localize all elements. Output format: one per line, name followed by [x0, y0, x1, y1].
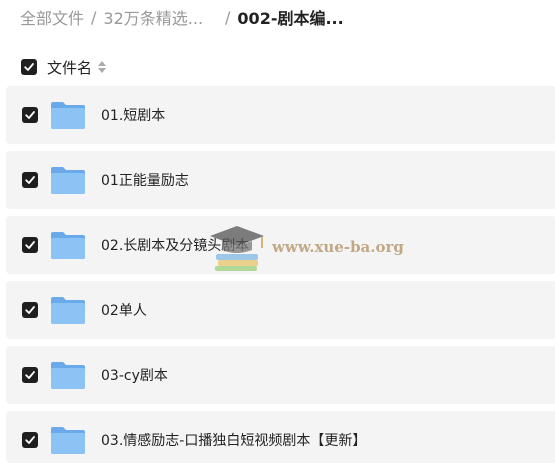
checkmark-icon [25, 111, 35, 119]
folder-icon [51, 232, 85, 259]
file-row[interactable]: 03.情感励志-口播独白短视频剧本【更新】 [6, 411, 555, 463]
select-all-checkbox[interactable] [21, 59, 37, 75]
row-checkbox[interactable] [22, 172, 38, 188]
breadcrumb: 全部文件 / 32万条精选... / 002-剧本编... [20, 5, 344, 29]
file-row[interactable]: 02.长剧本及分镜头剧本 [6, 216, 555, 274]
folder-icon [51, 427, 85, 454]
row-checkbox[interactable] [22, 107, 38, 123]
folder-icon [51, 167, 85, 194]
breadcrumb-item-parent[interactable]: 32万条精选... [103, 5, 203, 29]
file-row[interactable]: 01.短剧本 [6, 86, 555, 144]
file-list-header: 文件名 [21, 56, 107, 78]
folder-icon [51, 362, 85, 389]
breadcrumb-separator: / [225, 7, 231, 27]
file-name[interactable]: 03-cy剧本 [101, 365, 168, 385]
checkmark-icon [25, 241, 35, 249]
checkmark-icon [24, 63, 34, 71]
sort-icon[interactable] [98, 61, 107, 73]
folder-icon [51, 297, 85, 324]
checkmark-icon [25, 436, 35, 444]
checkmark-icon [25, 306, 35, 314]
column-header-filename[interactable]: 文件名 [47, 57, 92, 78]
file-name[interactable]: 02.长剧本及分镜头剧本 [101, 235, 249, 255]
folder-icon [51, 102, 85, 129]
file-row[interactable]: 02单人 [6, 281, 555, 339]
row-checkbox[interactable] [22, 367, 38, 383]
row-checkbox[interactable] [22, 302, 38, 318]
checkmark-icon [25, 176, 35, 184]
breadcrumb-item-all-files[interactable]: 全部文件 [20, 5, 84, 29]
row-checkbox[interactable] [22, 432, 38, 448]
file-row[interactable]: 01正能量励志 [6, 151, 555, 209]
breadcrumb-item-current: 002-剧本编... [237, 9, 344, 28]
file-row[interactable]: 03-cy剧本 [6, 346, 555, 404]
breadcrumb-separator: / [91, 7, 97, 27]
checkmark-icon [25, 371, 35, 379]
file-name[interactable]: 01.短剧本 [101, 105, 165, 125]
file-name[interactable]: 03.情感励志-口播独白短视频剧本【更新】 [101, 430, 366, 450]
row-checkbox[interactable] [22, 237, 38, 253]
file-name[interactable]: 02单人 [101, 300, 147, 320]
file-name[interactable]: 01正能量励志 [101, 170, 189, 190]
